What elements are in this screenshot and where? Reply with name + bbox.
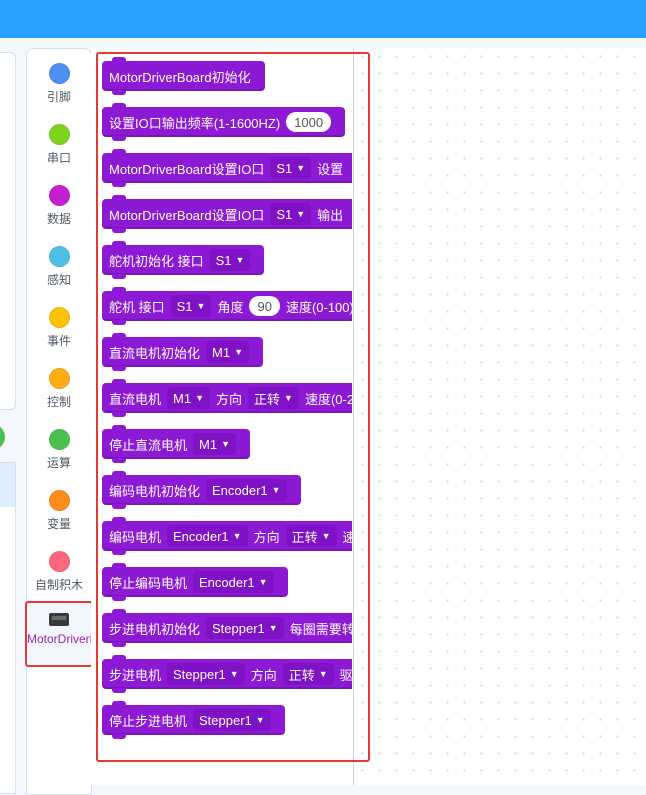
highlight-box	[96, 52, 370, 762]
category-color-icon	[48, 185, 70, 206]
category-color-icon	[48, 490, 70, 511]
board-icon	[49, 613, 69, 626]
category-label: 数据	[46, 212, 71, 226]
category-label: MotorDriverBoard	[27, 632, 91, 646]
category-item[interactable]: 引脚	[27, 63, 91, 105]
category-label: 串口	[46, 151, 71, 165]
category-label: 运算	[46, 456, 71, 470]
category-item[interactable]: 事件	[27, 307, 91, 349]
category-color-icon	[48, 551, 70, 572]
category-item[interactable]: 串口	[27, 124, 91, 166]
category-item[interactable]: 数据	[27, 185, 91, 227]
category-label: 控制	[46, 395, 71, 409]
toolbar-strip	[0, 0, 646, 38]
category-item[interactable]: 运算	[27, 429, 91, 471]
sprite-panel-header	[0, 463, 15, 507]
category-label: 变量	[46, 517, 71, 531]
code-workspace[interactable]	[354, 48, 646, 785]
category-color-icon	[48, 124, 70, 145]
category-label: 感知	[46, 273, 71, 287]
category-label: 引脚	[46, 90, 71, 104]
green-flag-button[interactable]	[0, 424, 5, 450]
category-color-icon	[48, 429, 70, 450]
stage-panel	[0, 52, 16, 410]
category-color-icon	[48, 246, 70, 267]
sprite-panel	[0, 462, 16, 794]
category-item[interactable]: 控制	[27, 368, 91, 410]
category-motordriverboard[interactable]: MotorDriverBoard	[25, 601, 93, 667]
category-label: 自制积木	[34, 578, 83, 592]
category-item[interactable]: 感知	[27, 246, 91, 288]
category-label: 事件	[46, 334, 71, 348]
category-color-icon	[48, 368, 70, 389]
category-color-icon	[48, 307, 70, 328]
category-color-icon	[48, 63, 70, 84]
category-item[interactable]: 变量	[27, 490, 91, 532]
category-item[interactable]: 自制积木	[27, 551, 91, 593]
category-sidebar: 引脚串口数据感知事件控制运算变量自制积木 MotorDriverBoard	[25, 48, 93, 795]
